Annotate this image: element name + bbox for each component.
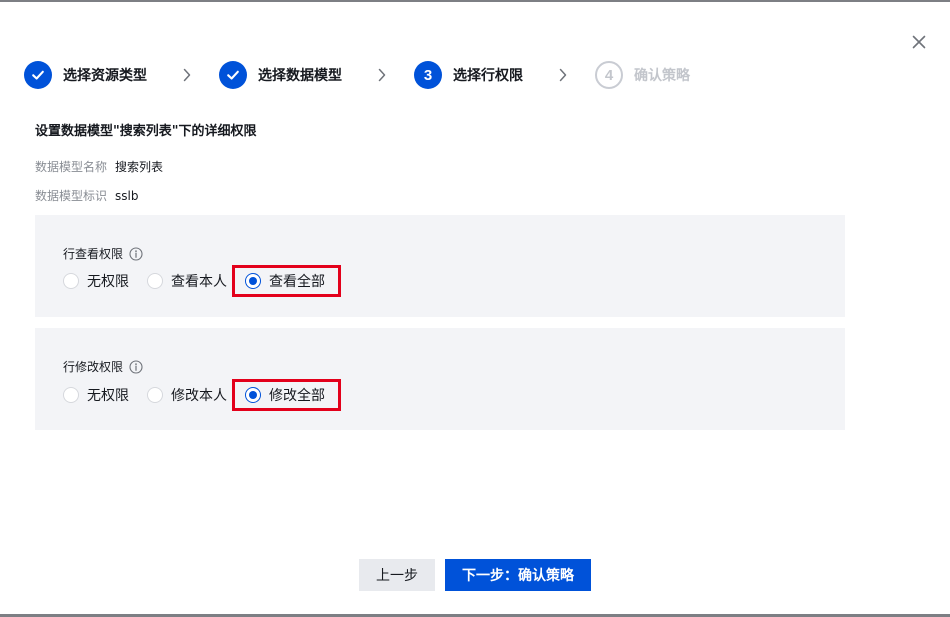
step-number: 3 [423,66,433,84]
radio-edit-none[interactable]: 无权限 [63,383,129,407]
check-icon [24,61,52,89]
step-number: 4 [604,66,614,84]
radio-edit-self[interactable]: 修改本人 [147,383,227,407]
info-icon[interactable] [129,246,143,261]
section-title: 设置数据模型"搜索列表"下的详细权限 [35,124,257,139]
radio-circle [147,273,163,289]
radio-label: 查看全部 [269,273,325,290]
radio-view-self[interactable]: 查看本人 [147,269,227,293]
view-permission-title: 行查看权限 [63,247,124,261]
view-permission-panel: 行查看权限 无权限 查看本人 查看全部 [35,215,845,317]
radio-label: 无权限 [87,388,129,404]
info-icon[interactable] [129,359,143,374]
step-number-badge: 3 [414,61,442,89]
radio-label: 修改全部 [269,387,325,404]
step-select-data-model: 选择数据模型 [219,60,342,90]
edit-permission-radio-group: 无权限 修改本人 修改全部 [63,378,359,411]
step-label: 选择行权限 [453,68,523,84]
chevron-right-icon [181,68,193,82]
model-name-row: 数据模型名称 搜索列表 [35,158,163,175]
radio-label: 无权限 [87,274,129,290]
step-number-badge: 4 [595,61,623,89]
step-label: 确认策略 [634,68,690,84]
model-name-value: 搜索列表 [115,160,164,174]
check-icon [219,61,247,89]
radio-circle [63,273,79,289]
radio-label: 查看本人 [171,274,227,290]
previous-step-button[interactable]: 上一步 [359,559,435,591]
radio-circle [63,387,79,403]
model-id-row: 数据模型标识 sslb [35,187,138,204]
chevron-right-icon [557,68,569,82]
radio-circle-checked [245,272,261,289]
chevron-right-icon [376,68,388,82]
radio-view-all[interactable]: 查看全部 [232,264,341,297]
edit-permission-title-row: 行修改权限 [63,358,143,375]
radio-view-none[interactable]: 无权限 [63,269,129,293]
stepper: 选择资源类型 选择数据模型 3 选择行权限 4 确认策略 [24,60,690,90]
edit-permission-title: 行修改权限 [63,360,124,374]
step-select-row-permission: 3 选择行权限 [414,60,523,90]
next-step-confirm-policy-button[interactable]: 下一步：确认策略 [445,559,591,591]
radio-edit-all[interactable]: 修改全部 [232,378,341,411]
radio-label: 修改本人 [171,388,227,404]
step-confirm-policy: 4 确认策略 [595,60,690,90]
step-select-resource-type: 选择资源类型 [24,60,147,90]
permission-dialog: 选择资源类型 选择数据模型 3 选择行权限 4 确认策略 设置数据模型"搜索列表… [0,0,950,617]
model-name-label: 数据模型名称 [35,160,108,174]
radio-circle [147,387,163,403]
close-icon[interactable] [909,32,929,52]
step-label: 选择资源类型 [63,68,147,84]
view-permission-title-row: 行查看权限 [63,245,143,262]
model-id-value: sslb [115,189,139,203]
step-label: 选择数据模型 [258,68,342,84]
radio-circle-checked [245,386,261,403]
view-permission-radio-group: 无权限 查看本人 查看全部 [63,264,359,297]
edit-permission-panel: 行修改权限 无权限 修改本人 修改全部 [35,328,845,430]
model-id-label: 数据模型标识 [35,189,108,203]
